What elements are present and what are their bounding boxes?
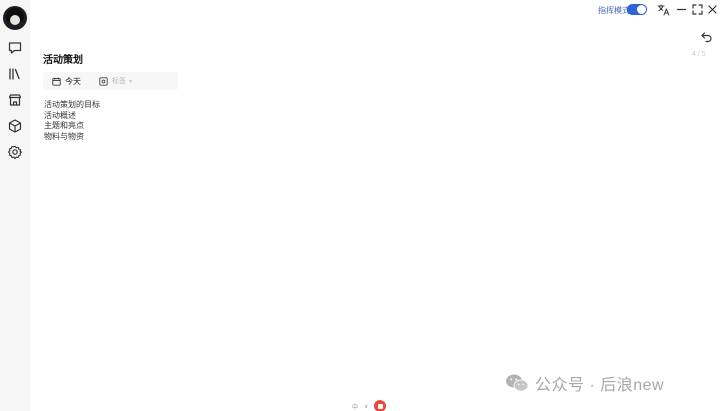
tag-label: 标签 [112,78,126,85]
tag-chip[interactable]: 标签 ▾ [99,75,132,87]
calendar-icon [52,77,61,86]
watermark: 公众号 · 后浪new [505,371,664,395]
close-icon[interactable] [706,3,719,16]
page-title: 活动策划 [43,55,83,66]
meta-bar: 今天 标签 ▾ [43,72,178,90]
stop-icon [377,403,383,409]
cube-icon[interactable] [7,118,23,134]
chevron-down-icon[interactable]: ∨ [364,403,368,410]
bottom-controls: 中 ∨ [352,400,387,411]
settings-icon[interactable] [7,144,23,160]
list-item[interactable]: 活动策划的目标 [44,100,100,111]
date-chip[interactable]: 今天 [52,75,81,87]
maximize-icon[interactable] [691,3,704,16]
tag-icon [99,76,108,86]
stop-button[interactable] [374,400,387,411]
language-selector[interactable]: 中 [352,402,358,411]
page-counter: 4 / 5 [692,51,706,58]
mode-label: 指挥模式 [598,6,630,15]
avatar[interactable] [3,6,27,30]
store-icon[interactable] [7,92,23,108]
list-item[interactable]: 主题和亮点 [44,121,100,132]
list-item[interactable]: 物料与物资 [44,132,100,143]
minimize-icon[interactable] [675,3,688,16]
app-window: 指挥模式 4 / 5 活动策划 今天 标签 ▾ 活动策划的目标 活动概述 主题和… [0,0,720,411]
watermark-text: 公众号 · 后浪new [535,377,665,394]
outline-list: 活动策划的目标 活动概述 主题和亮点 物料与物资 [44,100,100,142]
chat-icon[interactable] [7,40,23,56]
library-icon[interactable] [7,66,23,82]
chevron-down-icon: ▾ [129,78,133,85]
date-label: 今天 [65,76,81,86]
translate-icon[interactable] [657,3,670,16]
wechat-icon [506,374,529,392]
undo-icon[interactable] [700,30,713,43]
mode-toggle[interactable] [627,4,647,15]
left-rail [0,0,30,411]
list-item[interactable]: 活动概述 [44,111,100,122]
